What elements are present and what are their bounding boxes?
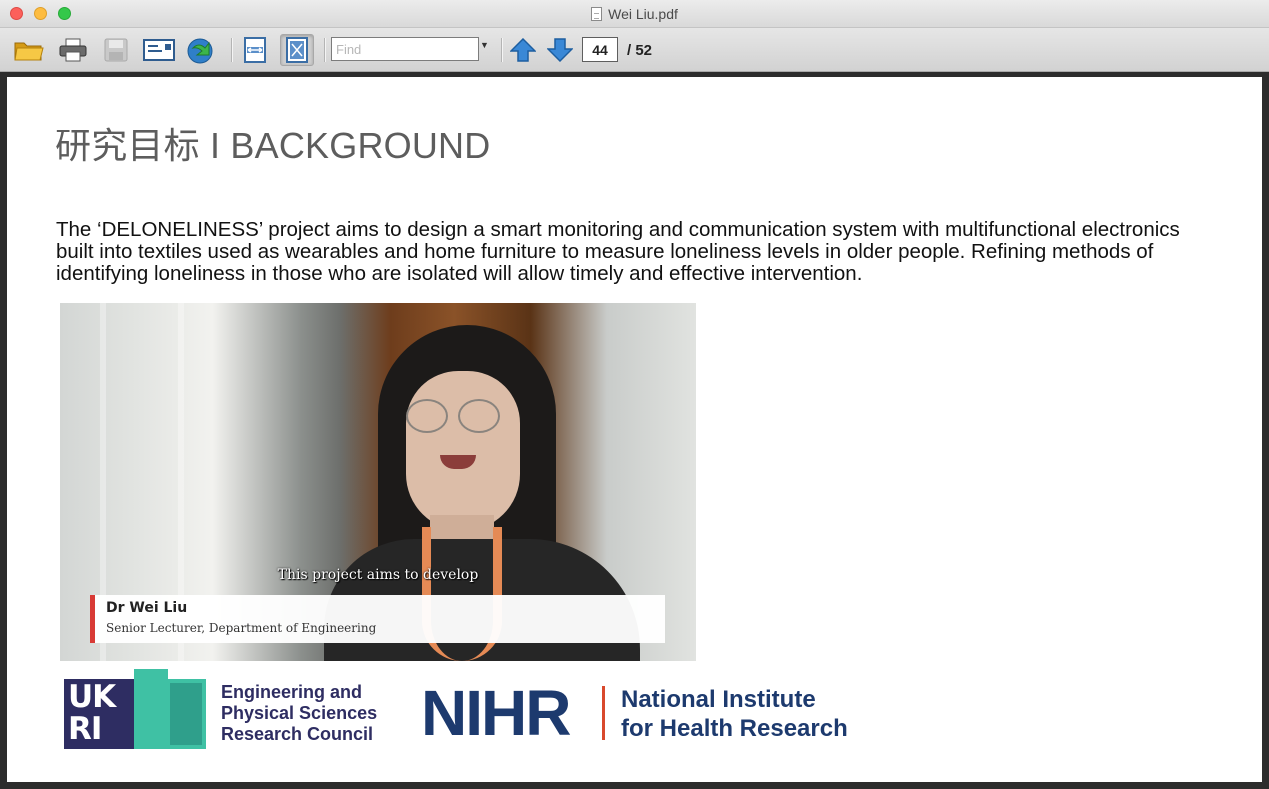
video-still: This project aims to develop Dr Wei Liu … xyxy=(60,303,696,661)
open-folder-icon xyxy=(14,42,44,61)
window-title-text: Wei Liu.pdf xyxy=(608,6,678,22)
nihr-logo-text: National Institute for Health Research xyxy=(621,685,848,743)
fit-page-icon xyxy=(286,37,308,63)
pdf-document-icon xyxy=(591,7,603,21)
save-icon xyxy=(104,38,128,62)
find-input[interactable] xyxy=(331,37,479,61)
document-area[interactable]: 研究目标 I BACKGROUND The ‘DELONELINESS’ pro… xyxy=(0,72,1269,789)
print-button[interactable] xyxy=(56,34,90,66)
ukri-logo: UK RI xyxy=(64,669,208,751)
slide-title: 研究目标 I BACKGROUND xyxy=(55,125,491,166)
save-button[interactable] xyxy=(99,34,133,66)
window-title: Wei Liu.pdf xyxy=(0,6,1269,22)
pdf-page: 研究目标 I BACKGROUND The ‘DELONELINESS’ pro… xyxy=(7,77,1262,782)
epsrc-line: Engineering and xyxy=(221,682,363,702)
toolbar-separator xyxy=(324,38,325,62)
pdf-viewer-window: Wei Liu.pdf Find ▼ 44 / 52 研究目标 I BACKGR… xyxy=(0,0,1269,789)
title-bar: Wei Liu.pdf xyxy=(0,0,1269,28)
epsrc-line: Research Council xyxy=(221,724,374,744)
epsrc-logo-text: Engineering and Physical Sciences Resear… xyxy=(221,682,377,745)
slide-body-text: The ‘DELONELINESS’ project aims to desig… xyxy=(56,218,1180,285)
previous-page-button[interactable] xyxy=(506,34,540,66)
go-back-button[interactable] xyxy=(185,34,219,66)
glasses-left-lens xyxy=(406,399,448,433)
dropdown-arrow-icon: ▼ xyxy=(480,40,489,50)
ukri-logo-lettering: UK RI xyxy=(68,679,116,747)
video-subtitle: This project aims to develop xyxy=(277,567,479,583)
next-page-button[interactable] xyxy=(543,34,577,66)
speaker-name: Dr Wei Liu xyxy=(106,600,188,616)
speaker-role: Senior Lecturer, Department of Engineeri… xyxy=(106,621,377,635)
find-options-button[interactable]: ▼ xyxy=(480,40,489,50)
open-button[interactable] xyxy=(12,34,46,66)
ukri-logo-teal-block xyxy=(134,669,168,749)
lower-third-caption: Dr Wei Liu Senior Lecturer, Department o… xyxy=(90,595,665,643)
toolbar-separator xyxy=(501,38,502,62)
toolbar: ▼ / 52 xyxy=(0,28,1269,72)
fit-page-button[interactable] xyxy=(280,34,314,66)
toolbar-separator xyxy=(231,38,232,62)
go-back-icon xyxy=(187,38,213,64)
previous-page-icon xyxy=(510,38,536,62)
epsrc-line: Physical Sciences xyxy=(221,703,378,723)
nihr-logo-divider xyxy=(602,686,605,740)
email-icon xyxy=(143,39,175,61)
print-icon xyxy=(59,38,87,62)
fit-width-icon xyxy=(244,37,266,63)
page-total-label: / 52 xyxy=(627,42,653,59)
nihr-logo-mark: NIHR xyxy=(421,677,571,749)
speaker-face xyxy=(406,371,520,531)
page-number-input[interactable] xyxy=(582,37,618,62)
ukri-logo-teal-block xyxy=(170,683,202,745)
nihr-line: National Institute xyxy=(621,686,816,713)
next-page-icon xyxy=(547,38,573,62)
glasses-right-lens xyxy=(458,399,500,433)
email-button[interactable] xyxy=(142,34,176,66)
fit-width-button[interactable] xyxy=(238,34,272,66)
nihr-line: for Health Research xyxy=(621,715,848,742)
